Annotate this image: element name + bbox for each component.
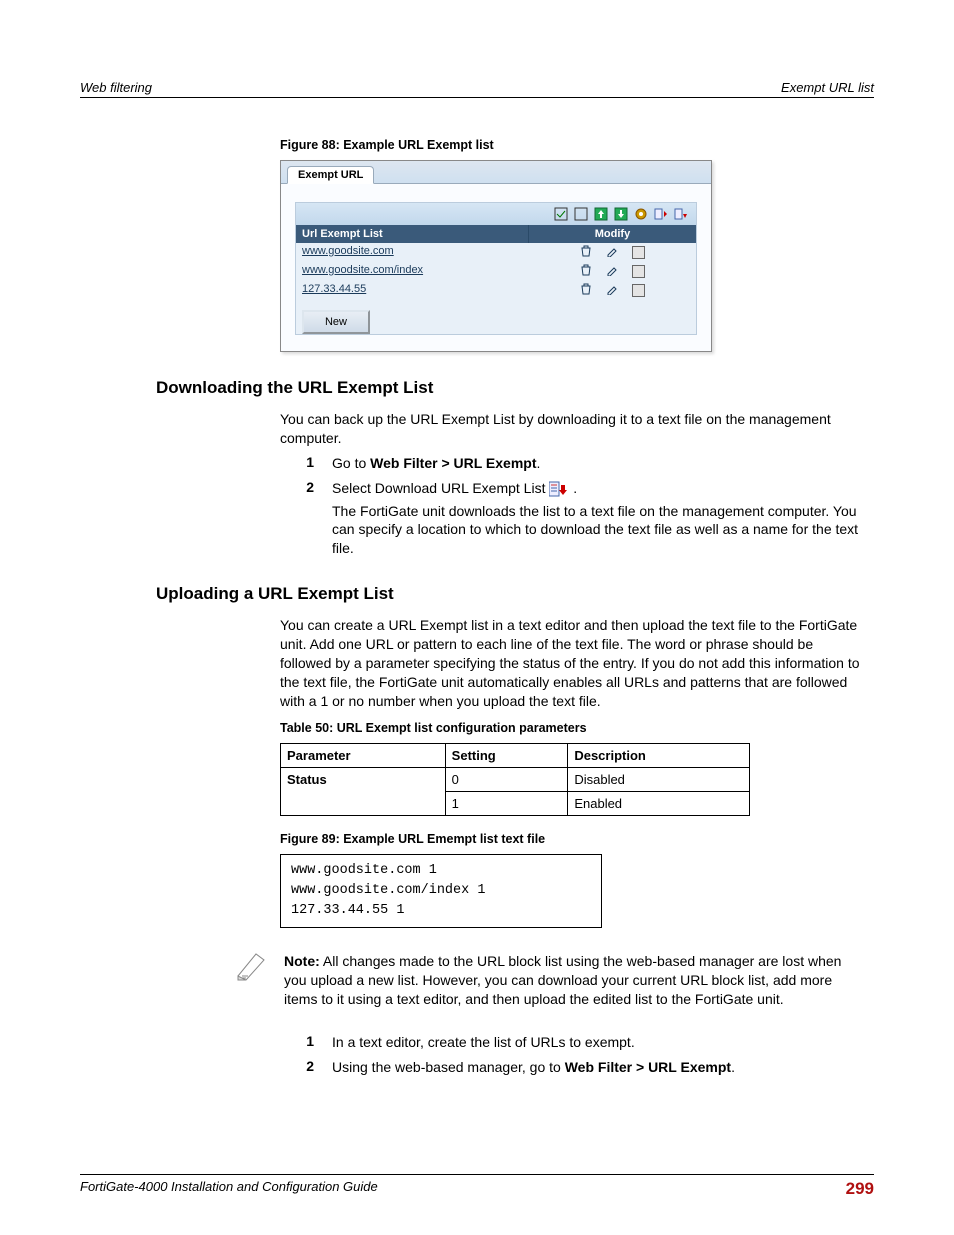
code-line: www.goodsite.com/index 1 [291,881,591,901]
download-list-icon [549,480,569,496]
note-block: Note: All changes made to the URL block … [232,946,864,1015]
new-button[interactable]: New [302,310,370,334]
heading-uploading: Uploading a URL Exempt List [156,584,874,604]
table50: Parameter Setting Description Status 0 D… [280,743,750,816]
delete-icon[interactable] [580,245,592,260]
code-line: 127.33.44.55 1 [291,901,591,921]
figure88-caption: Figure 88: Example URL Exempt list [280,138,864,152]
uploading-intro: You can create a URL Exempt list in a te… [280,616,864,710]
toolbar-download-icon[interactable] [674,207,688,221]
toolbar-uncheckall-icon[interactable] [574,207,588,221]
step-text: In a text editor, create the list of URL… [332,1033,864,1052]
th-parameter: Parameter [281,743,446,767]
td-desc: Disabled [568,767,750,791]
step-number: 1 [280,454,332,473]
downloading-intro: You can back up the URL Exempt List by d… [280,410,864,448]
toolbar-checkall-icon[interactable] [554,207,568,221]
th-setting: Setting [445,743,568,767]
grid-row: www.goodsite.com [296,243,696,262]
step-number: 1 [280,1033,332,1052]
edit-icon[interactable] [606,245,618,260]
step-text: Using the web-based manager, go to Web F… [332,1058,864,1077]
step-2b: 2 Using the web-based manager, go to Web… [280,1058,864,1077]
step-text: Select Download URL Exempt List . The Fo… [332,479,864,559]
enable-checkbox[interactable] [632,265,645,278]
step-1: 1 Go to Web Filter > URL Exempt. [280,454,864,473]
grid-row: www.goodsite.com/index [296,262,696,281]
header-right: Exempt URL list [781,80,874,95]
url-link[interactable]: www.goodsite.com/index [296,264,528,279]
footer-page-number: 299 [846,1179,874,1199]
url-link[interactable]: 127.33.44.55 [296,283,528,298]
enable-checkbox[interactable] [632,284,645,297]
step-number: 2 [280,1058,332,1077]
step-text: Go to Web Filter > URL Exempt. [332,454,864,473]
edit-icon[interactable] [606,283,618,298]
note-text: Note: All changes made to the URL block … [284,952,864,1009]
code-line: www.goodsite.com 1 [291,861,591,881]
heading-downloading: Downloading the URL Exempt List [156,378,874,398]
toolbar-down-arrow-icon[interactable] [614,207,628,221]
note-icon [232,946,270,1015]
step-2: 2 Select Download URL Exempt List . The … [280,479,864,559]
td-setting: 0 [445,767,568,791]
grid-header: Url Exempt List Modify [296,225,696,243]
exempt-panel: Url Exempt List Modify www.goodsite.com … [295,202,697,335]
toolbar [296,203,696,225]
edit-icon[interactable] [606,264,618,279]
step-continuation: The FortiGate unit downloads the list to… [332,502,864,559]
step-1b: 1 In a text editor, create the list of U… [280,1033,864,1052]
page: Web filtering Exempt URL list Figure 88:… [0,0,954,1235]
delete-icon[interactable] [580,283,592,298]
footer-guide: FortiGate-4000 Installation and Configur… [80,1179,378,1199]
table50-caption: Table 50: URL Exempt list configuration … [280,721,864,735]
grid-header-url: Url Exempt List [296,225,529,243]
tab-exempt-url[interactable]: Exempt URL [287,166,374,184]
td-desc: Enabled [568,791,750,815]
delete-icon[interactable] [580,264,592,279]
running-header: Web filtering Exempt URL list [80,80,874,98]
td-param: Status [281,767,446,815]
header-left: Web filtering [80,80,152,95]
th-description: Description [568,743,750,767]
example-text-file: www.goodsite.com 1 www.goodsite.com/inde… [280,854,602,929]
toolbar-upload-icon[interactable] [654,207,668,221]
td-setting: 1 [445,791,568,815]
url-link[interactable]: www.goodsite.com [296,245,528,260]
enable-checkbox[interactable] [632,246,645,259]
running-footer: FortiGate-4000 Installation and Configur… [80,1174,874,1199]
grid-header-modify: Modify [529,225,696,243]
grid-row: 127.33.44.55 [296,281,696,300]
figure89-caption: Figure 89: Example URL Emempt list text … [280,832,864,846]
tab-bar: Exempt URL [281,161,711,184]
exempt-url-screenshot: Exempt URL Url Exempt List Modify [280,160,712,352]
toolbar-gear-icon[interactable] [634,207,648,221]
step-number: 2 [280,479,332,559]
toolbar-up-arrow-icon[interactable] [594,207,608,221]
